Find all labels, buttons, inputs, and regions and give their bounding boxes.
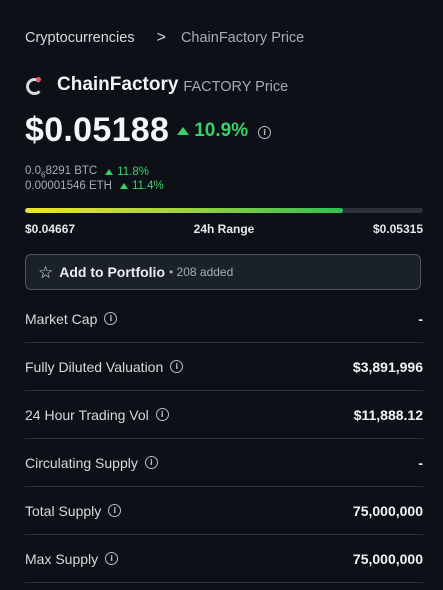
stat-row-market-cap: Market Cap i - <box>25 295 423 343</box>
breadcrumb-current: ChainFactory Price <box>180 30 305 46</box>
range-bar-fill <box>25 208 344 213</box>
caret-up-icon <box>119 183 128 189</box>
range-low: $0.04667 <box>25 222 76 236</box>
breadcrumb-cryptocurrencies-link[interactable]: Cryptocurrencies <box>25 30 135 46</box>
stat-row-max-supply: Max Supply i 75,000,000 <box>25 535 423 583</box>
btc-price: 0.068291 BTC <box>25 165 98 180</box>
info-icon[interactable]: i <box>105 552 119 565</box>
stat-label: Circulating Supply <box>25 454 138 471</box>
stat-row-circulating-supply: Circulating Supply i - <box>25 439 423 487</box>
coin-name: ChainFactory <box>57 74 179 95</box>
eth-change: 11.4% <box>119 180 164 192</box>
price-change-value: 10.9% <box>194 119 249 141</box>
stat-label: Max Supply <box>25 550 99 567</box>
info-icon[interactable]: i <box>108 504 122 517</box>
stat-row-total-supply: Total Supply i 75,000,000 <box>25 487 423 535</box>
info-icon[interactable]: i <box>155 408 169 421</box>
range-labels: $0.04667 24h Range $0.05315 <box>25 222 423 236</box>
chevron-right-icon: > <box>156 29 166 46</box>
star-icon: ☆ <box>38 262 54 282</box>
stat-label: Total Supply <box>25 502 102 519</box>
coin-symbol-label: FACTORY Price <box>183 78 289 95</box>
stat-value: $3,891,996 <box>352 358 423 375</box>
stat-row-fdv: Fully Diluted Valuation i $3,891,996 <box>25 343 423 391</box>
range-high: $0.05315 <box>372 222 423 236</box>
portfolio-label: Add to Portfolio <box>59 264 166 280</box>
info-icon[interactable]: i <box>104 312 118 325</box>
stat-value: 75,000,000 <box>352 502 423 519</box>
stat-label: 24 Hour Trading Vol <box>25 406 149 423</box>
stats-table: Market Cap i - Fully Diluted Valuation i $… <box>25 295 423 583</box>
chainfactory-logo-icon <box>25 75 43 95</box>
btc-change: 11.8% <box>105 166 149 178</box>
eth-price: 0.00001546 ETH <box>25 180 112 192</box>
add-to-portfolio-button[interactable]: ☆ Add to Portfolio • 208 added <box>25 254 421 290</box>
portfolio-count: • 208 added <box>169 265 234 279</box>
info-icon[interactable]: i <box>170 360 184 373</box>
price-change: 10.9% <box>177 120 248 142</box>
stat-value: $11,888.12 <box>353 406 423 423</box>
info-icon[interactable]: i <box>144 456 158 469</box>
stat-value: 75,000,000 <box>352 550 423 567</box>
range-bar <box>25 208 423 213</box>
stat-row-trading-vol: 24 Hour Trading Vol i $11,888.12 <box>25 391 423 439</box>
caret-up-icon <box>177 126 190 135</box>
stat-label: Fully Diluted Valuation <box>25 358 164 375</box>
current-price: $0.05188 <box>25 111 170 149</box>
btc-conversion: 0.068291 BTC 11.8% <box>25 165 149 179</box>
stat-value: - <box>418 310 423 327</box>
range-label: 24h Range <box>193 222 255 236</box>
stat-value: - <box>418 454 423 471</box>
caret-up-icon <box>105 169 114 176</box>
info-icon[interactable]: i <box>258 125 272 139</box>
coin-title: ChainFactory FACTORY Price <box>25 74 288 96</box>
eth-conversion: 0.00001546 ETH 11.4% <box>25 180 164 192</box>
stat-label: Market Cap <box>25 310 98 327</box>
breadcrumb: Cryptocurrencies > ChainFactory Price <box>25 29 304 47</box>
price-row: $0.05188 10.9% i <box>25 111 272 150</box>
